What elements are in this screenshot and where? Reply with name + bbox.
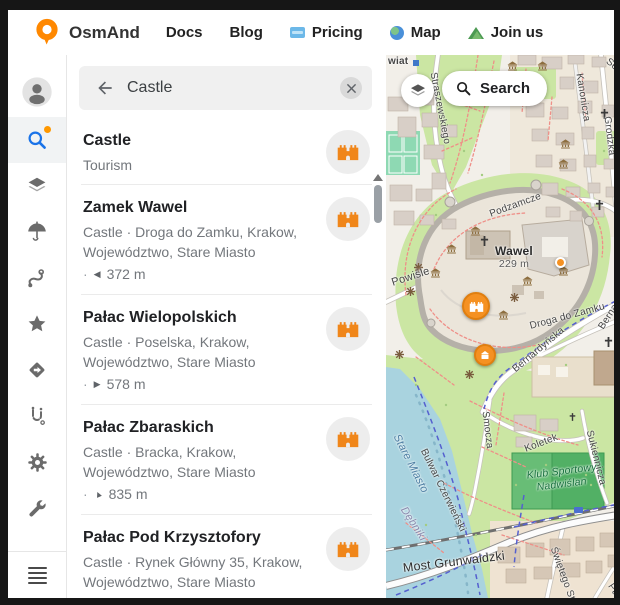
results-scrollbar[interactable] — [372, 174, 384, 223]
search-icon — [455, 80, 472, 97]
sidebar-item-tools[interactable] — [8, 485, 66, 531]
place-label-wawel: Wawel — [484, 244, 544, 258]
main-content: Castle Tourism Zamek Wawel Castle · Drog… — [8, 55, 614, 598]
nav-link-map[interactable]: Map — [390, 24, 441, 41]
search-panel: Castle Tourism Zamek Wawel Castle · Drog… — [67, 55, 386, 598]
layers-icon — [408, 81, 428, 101]
clear-search-icon[interactable] — [340, 77, 362, 99]
result-title: Zamek Wawel — [83, 197, 312, 219]
settings-gear-icon — [26, 451, 49, 474]
account-avatar-icon — [21, 76, 53, 108]
result-subtitle: Castle · Poselska, Krakow, Województwo, … — [83, 332, 312, 372]
layers-icon — [25, 174, 49, 198]
sidebar-item-tracks[interactable] — [8, 255, 66, 301]
result-subtitle: Castle · Rynek Główny 35, Krakow, Wojewó… — [83, 552, 312, 592]
globe-icon — [390, 26, 404, 40]
result-item-palac-wielopolskich[interactable]: Pałac Wielopolskich Castle · Poselska, K… — [67, 295, 386, 404]
map-canvas — [386, 55, 614, 598]
result-subtitle: Tourism — [83, 155, 312, 175]
favorites-star-icon — [25, 312, 49, 336]
tools-wrench-icon — [26, 497, 49, 520]
result-distance: · ◀ 372 m — [83, 264, 312, 285]
result-title: Pałac Wielopolskich — [83, 307, 312, 329]
scroll-thumb — [374, 185, 382, 223]
map-search-label: Search — [480, 80, 530, 97]
brand-name[interactable]: OsmAnd — [69, 23, 140, 43]
sidebar-item-account[interactable] — [8, 67, 66, 117]
result-item-palac-zbaraskich[interactable]: Pałac Zbaraskich Castle · Bracka, Krakow… — [67, 405, 386, 514]
weather-umbrella-icon — [25, 220, 49, 244]
result-item-palac-pod-krzysztofory[interactable]: Pałac Pod Krzysztofory Castle · Rynek Gł… — [67, 515, 386, 598]
map-view[interactable]: wiat Sena Straszewskiego Kanonicza Grodz… — [386, 55, 614, 598]
search-bar — [79, 66, 372, 110]
route-icon — [25, 266, 49, 290]
direction-arrow-icon: ▲ — [90, 593, 107, 598]
top-navbar: OsmAnd Docs Blog Pricing Map Join us — [8, 10, 614, 55]
sidebar-item-plan-route[interactable] — [8, 393, 66, 439]
result-distance: · ▶ 578 m — [83, 374, 312, 395]
castle-result-marker[interactable] — [462, 292, 490, 320]
nav-link-join-us[interactable]: Join us — [468, 24, 544, 41]
sidebar-item-settings[interactable] — [8, 439, 66, 485]
result-distance: · ▲ 835 m — [83, 484, 312, 505]
castle-poi-icon — [326, 527, 370, 571]
result-title: Pałac Pod Krzysztofory — [83, 527, 312, 549]
direction-arrow-icon: ▲ — [90, 483, 107, 506]
result-item-zamek-wawel[interactable]: Zamek Wawel Castle · Droga do Zamku, Kra… — [67, 185, 386, 294]
result-subtitle: Castle · Droga do Zamku, Krakow, Wojewód… — [83, 222, 312, 262]
result-subtitle: Castle · Bracka, Krakow, Województwo, St… — [83, 442, 312, 482]
results-list: Castle Tourism Zamek Wawel Castle · Drog… — [67, 116, 386, 598]
map-layers-button[interactable] — [401, 74, 434, 107]
pricing-card-icon — [290, 27, 305, 38]
poi-dot-marker[interactable] — [555, 257, 566, 268]
result-distance: · ▲ 1.0 km — [83, 594, 312, 598]
sidebar-item-favorites[interactable] — [8, 301, 66, 347]
castle-poi-icon — [326, 417, 370, 461]
navigation-icon — [25, 358, 49, 382]
back-arrow-icon[interactable] — [89, 72, 121, 104]
mountain-icon — [468, 27, 484, 39]
nav-link-blog[interactable]: Blog — [230, 24, 263, 41]
nav-link-docs[interactable]: Docs — [166, 24, 203, 41]
railway-station-icon — [574, 507, 583, 513]
result-title: Castle — [83, 130, 312, 152]
sidebar-item-search[interactable] — [8, 117, 66, 163]
castle-poi-icon — [326, 307, 370, 351]
nav-link-pricing[interactable]: Pricing — [290, 24, 363, 41]
museum-marker[interactable] — [474, 344, 496, 366]
castle-poi-icon — [326, 130, 370, 174]
sidebar-item-navigation[interactable] — [8, 347, 66, 393]
sidebar-rail — [8, 55, 67, 598]
map-search-button[interactable]: Search — [442, 71, 547, 106]
search-input[interactable] — [125, 78, 336, 98]
result-title: Pałac Zbaraskich — [83, 417, 312, 439]
sidebar-item-weather[interactable] — [8, 209, 66, 255]
elevation-label: 229 m — [484, 258, 544, 270]
tram-stop-icon — [413, 60, 419, 66]
street-label: wiat — [388, 56, 408, 67]
scroll-up-icon — [373, 174, 383, 181]
sidebar-item-menu[interactable] — [8, 552, 66, 598]
direction-arrow-icon: ▶ — [94, 374, 101, 395]
notification-dot — [44, 126, 51, 133]
direction-arrow-icon: ◀ — [94, 264, 101, 285]
sidebar-item-layers[interactable] — [8, 163, 66, 209]
osmand-web-app: OsmAnd Docs Blog Pricing Map Join us — [8, 10, 614, 598]
osmand-logo-icon[interactable] — [34, 18, 60, 47]
result-item-castle[interactable]: Castle Tourism — [67, 118, 386, 184]
plan-route-icon — [25, 404, 49, 428]
castle-poi-icon — [326, 197, 370, 241]
menu-hamburger-icon — [28, 567, 47, 584]
